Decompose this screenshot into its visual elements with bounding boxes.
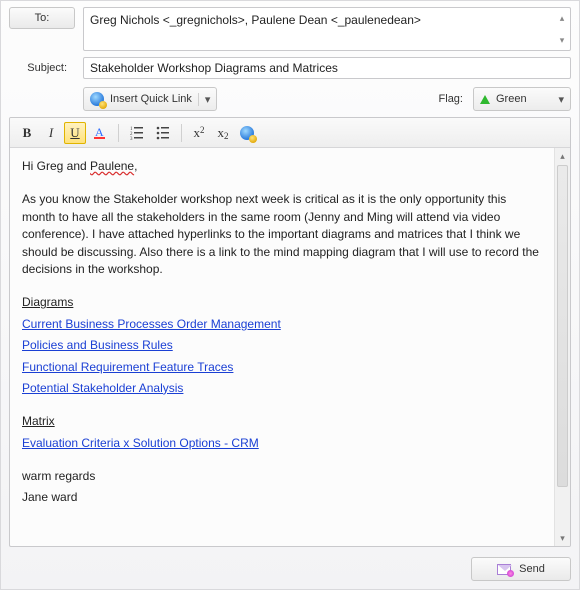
greeting-pre: Hi Greg and [22,159,90,173]
envelope-icon [497,564,511,575]
toolbar-separator [118,124,119,142]
insert-toolbar: Insert Quick Link ▾ Flag: Green ▾ [9,87,571,111]
insert-quick-link-label: Insert Quick Link [110,93,192,105]
subject-row: Subject: [9,57,571,79]
italic-button[interactable]: I [40,122,62,144]
scroll-thumb[interactable] [557,165,568,487]
to-value: Greg Nichols <_gregnichols>, Paulene Dea… [90,13,421,27]
subject-input[interactable] [83,57,571,79]
greeting-misspelled: Paulene [90,159,134,173]
scroll-down-icon: ▾ [555,530,570,546]
flag-label: Flag: [439,93,463,105]
insert-quick-link-button[interactable]: Insert Quick Link ▾ [83,87,217,111]
to-field[interactable]: Greg Nichols <_gregnichols>, Paulene Dea… [83,7,571,51]
diagram-link[interactable]: Functional Requirement Feature Traces [22,360,233,374]
globe-link-icon [90,92,104,106]
numbered-list-button[interactable]: 1 2 3 [125,122,149,144]
text-color-button[interactable]: A [88,122,112,144]
bold-button[interactable]: B [16,122,38,144]
globe-link-icon [240,126,254,140]
chevron-down-icon: ▾ [558,93,564,106]
scroll-track[interactable] [555,164,570,530]
diagram-link[interactable]: Policies and Business Rules [22,338,173,352]
editor-shell: B I U A 1 2 3 [9,117,571,547]
superscript-button[interactable]: x2 [188,122,210,144]
sup-exp: 2 [200,125,205,135]
svg-text:A: A [95,125,104,139]
text-color-icon: A [92,125,108,141]
editor-body: Hi Greg and Paulene, As you know the Sta… [10,148,570,546]
scroll-up-icon: ▴ [555,148,570,164]
scroll-up-icon: ▴ [556,10,568,26]
to-button[interactable]: To: [9,7,75,29]
signoff-line-2: Jane ward [22,489,542,506]
diagram-link[interactable]: Current Business Processes Order Managem… [22,317,281,331]
scroll-down-icon: ▾ [556,32,568,48]
flag-color-icon [480,95,490,104]
matrix-heading: Matrix [22,413,55,430]
insert-hyperlink-button[interactable] [236,122,258,144]
underline-button[interactable]: U [64,122,86,144]
message-body[interactable]: Hi Greg and Paulene, As you know the Sta… [10,148,554,546]
matrix-link[interactable]: Evaluation Criteria x Solution Options -… [22,436,259,450]
flag-select[interactable]: Green ▾ [473,87,571,111]
send-button[interactable]: Send [471,557,571,581]
numbered-list-icon: 1 2 3 [129,125,145,141]
to-row: To: Greg Nichols <_gregnichols>, Paulene… [9,7,571,51]
bullet-list-button[interactable] [151,122,175,144]
compose-dialog: To: Greg Nichols <_gregnichols>, Paulene… [0,0,580,590]
subscript-button[interactable]: x2 [212,122,234,144]
greeting-line: Hi Greg and Paulene, [22,158,542,175]
subject-label: Subject: [9,57,75,79]
chevron-down-icon: ▾ [198,93,211,106]
svg-text:3: 3 [130,137,133,141]
footer: Send [9,547,571,583]
bullet-list-icon [155,125,171,141]
signoff-line-1: warm regards [22,468,542,485]
diagrams-heading: Diagrams [22,294,73,311]
flag-value: Green [496,93,527,105]
format-toolbar: B I U A 1 2 3 [10,118,570,148]
diagram-link[interactable]: Potential Stakeholder Analysis [22,381,183,395]
greeting-post: , [134,159,137,173]
toolbar-separator [181,124,182,142]
to-field-scrollbar[interactable]: ▴ ▾ [556,10,568,48]
body-paragraph-1: As you know the Stakeholder workshop nex… [22,191,542,278]
editor-scrollbar[interactable]: ▴ ▾ [554,148,570,546]
send-label: Send [519,563,545,575]
sub-exp: 2 [224,131,229,141]
